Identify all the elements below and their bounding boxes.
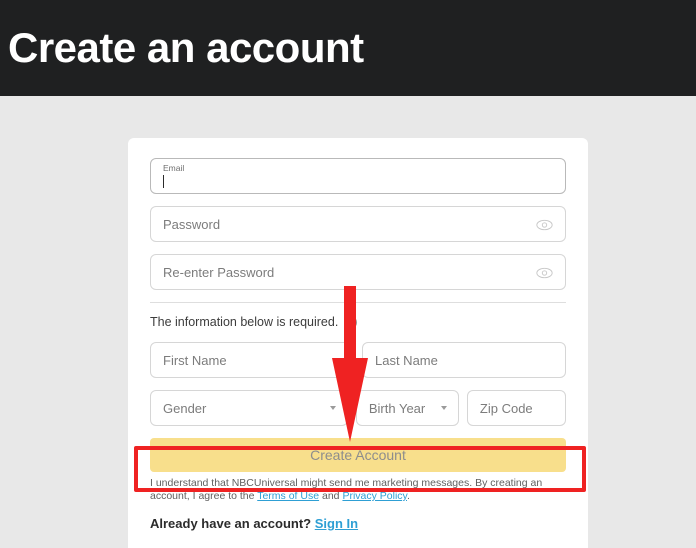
zip-code-field[interactable]: Zip Code (466, 390, 566, 426)
gender-select[interactable]: Gender (150, 390, 348, 426)
zip-code-placeholder: Zip Code (479, 400, 533, 416)
create-account-button[interactable]: Create Account (150, 438, 566, 472)
first-name-placeholder: First Name (163, 352, 227, 368)
email-field-label: Email (163, 163, 185, 173)
required-note: The information below is required. i (150, 315, 566, 329)
text-cursor (163, 175, 164, 188)
demographics-row: Gender Birth Year Zip Code (150, 390, 566, 426)
page-body: Email Password Re-enter Password The inf… (0, 96, 696, 548)
legal-text-part3: . (407, 490, 410, 502)
first-name-field[interactable]: First Name (150, 342, 354, 378)
section-divider (150, 302, 566, 303)
birth-year-select[interactable]: Birth Year (355, 390, 459, 426)
password-field[interactable]: Password (150, 206, 566, 242)
page-header: Create an account (0, 0, 696, 96)
confirm-password-placeholder: Re-enter Password (163, 264, 275, 280)
eye-icon[interactable] (536, 266, 553, 279)
eye-icon[interactable] (536, 218, 553, 231)
gender-placeholder: Gender (163, 400, 207, 416)
terms-of-use-link[interactable]: Terms of Use (257, 490, 319, 502)
info-circle-icon[interactable]: i (344, 315, 358, 329)
last-name-placeholder: Last Name (375, 352, 438, 368)
page-title: Create an account (8, 24, 364, 71)
signup-card: Email Password Re-enter Password The inf… (128, 138, 588, 548)
chevron-down-icon[interactable] (440, 406, 447, 410)
legal-text-part2: and (319, 490, 343, 502)
birth-year-placeholder: Birth Year (368, 400, 426, 416)
signin-prompt-row: Already have an account? Sign In (150, 516, 566, 531)
privacy-policy-link[interactable]: Privacy Policy (342, 490, 407, 502)
sign-in-link[interactable]: Sign In (315, 516, 358, 531)
confirm-password-field[interactable]: Re-enter Password (150, 254, 566, 290)
chevron-down-icon[interactable] (329, 406, 336, 410)
create-account-wrapper: Create Account (150, 438, 566, 472)
signin-prompt-text: Already have an account? (150, 516, 315, 531)
name-row: First Name Last Name (150, 342, 566, 378)
required-note-text: The information below is required. (150, 315, 339, 329)
email-field[interactable]: Email (150, 158, 566, 194)
password-placeholder: Password (163, 216, 221, 232)
last-name-field[interactable]: Last Name (362, 342, 566, 378)
legal-disclaimer: I understand that NBCUniversal might sen… (150, 477, 570, 503)
